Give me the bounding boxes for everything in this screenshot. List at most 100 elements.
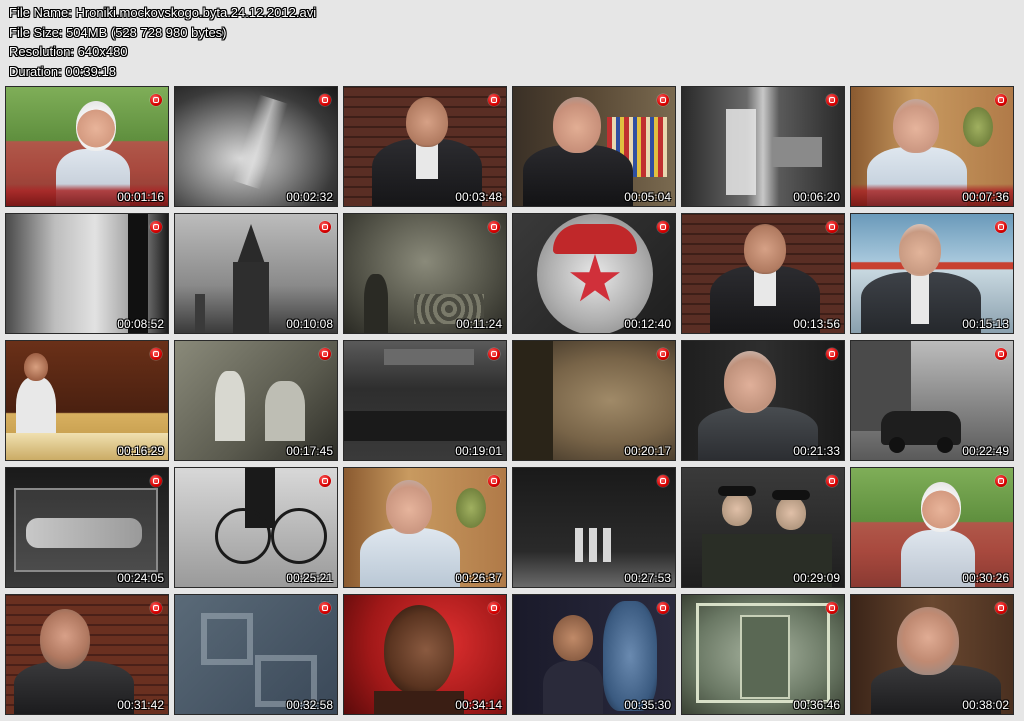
video-thumbnail: 00:11:24 [343,213,507,334]
video-thumbnail: 00:29:09 [681,467,845,588]
timestamp-label: 00:02:32 [286,190,333,204]
timestamp-label: 00:01:16 [117,190,164,204]
timestamp-label: 00:36:46 [793,698,840,712]
channel-logo-icon [657,475,669,487]
timestamp-label: 00:22:49 [962,444,1009,458]
video-thumbnail: 00:36:46 [681,594,845,715]
channel-logo-icon [657,94,669,106]
channel-logo-icon [488,602,500,614]
thumbnail-frame [344,595,506,714]
timestamp-label: 00:29:09 [793,571,840,585]
video-thumbnail: 00:25:21 [174,467,338,588]
timestamp-label: 00:08:52 [117,317,164,331]
file-size-label: File Size: 504MB (528 728 980 bytes) [9,24,227,40]
video-thumbnail: 00:31:42 [5,594,169,715]
thumbnail-frame [344,214,506,333]
video-thumbnail: 00:20:17 [512,340,676,461]
thumbnail-grid: 00:01:16 00:02:32 00:03:48 00:05:04 00:0… [5,86,1014,715]
timestamp-label: 00:32:58 [286,698,333,712]
thumbnail-frame [6,341,168,460]
thumbnail-frame [513,595,675,714]
channel-logo-icon [150,221,162,233]
thumbnail-frame [851,595,1013,714]
timestamp-label: 00:13:56 [793,317,840,331]
channel-logo-icon [488,94,500,106]
thumbnail-frame [175,214,337,333]
thumbnail-frame [6,595,168,714]
video-thumbnail: 00:26:37 [343,467,507,588]
video-thumbnail: 00:27:53 [512,467,676,588]
timestamp-label: 00:12:40 [624,317,671,331]
video-thumbnail: 00:34:14 [343,594,507,715]
thumbnail-frame [851,341,1013,460]
thumbnail-frame [175,595,337,714]
thumbnail-frame [513,87,675,206]
video-thumbnail: 00:16:29 [5,340,169,461]
channel-logo-icon [488,475,500,487]
channel-logo-icon [657,602,669,614]
timestamp-label: 00:17:45 [286,444,333,458]
timestamp-label: 00:15:13 [962,317,1009,331]
timestamp-label: 00:21:33 [793,444,840,458]
video-thumbnail: 00:21:33 [681,340,845,461]
thumbnail-frame [513,341,675,460]
video-thumbnail: 00:17:45 [174,340,338,461]
file-name-label: File Name: Hroniki.mockovskogo.byta.24.1… [9,5,317,20]
video-thumbnail: 00:22:49 [850,340,1014,461]
thumbnail-frame [175,468,337,587]
timestamp-label: 00:34:14 [455,698,502,712]
thumbnail-frame [344,468,506,587]
channel-logo-icon [995,348,1007,360]
thumbnail-frame [344,87,506,206]
channel-logo-icon [150,348,162,360]
timestamp-label: 00:26:37 [455,571,502,585]
duration-label: Duration: 00:39:18 [9,63,116,79]
channel-logo-icon [826,94,838,106]
timestamp-label: 00:07:36 [962,190,1009,204]
timestamp-label: 00:20:17 [624,444,671,458]
channel-logo-icon [995,475,1007,487]
channel-logo-icon [319,475,331,487]
channel-logo-icon [488,221,500,233]
thumbnail-frame [682,595,844,714]
channel-logo-icon [319,348,331,360]
thumbnail-frame [682,468,844,587]
thumbnail-frame [344,341,506,460]
thumbnail-frame [175,87,337,206]
thumbnail-frame [513,214,675,333]
thumbnail-frame [682,87,844,206]
thumbnail-frame [851,214,1013,333]
file-info-header: File Name: Hroniki.mockovskogo.byta.24.1… [9,3,609,81]
thumbnail-frame [682,214,844,333]
channel-logo-icon [150,475,162,487]
timestamp-label: 00:16:29 [117,444,164,458]
video-thumbnail: 00:35:30 [512,594,676,715]
channel-logo-icon [488,348,500,360]
video-thumbnail: 00:24:05 [5,467,169,588]
channel-logo-icon [995,221,1007,233]
video-thumbnail: 00:03:48 [343,86,507,207]
thumbnail-frame [6,214,168,333]
channel-logo-icon [826,221,838,233]
video-thumbnail: 00:05:04 [512,86,676,207]
thumbnail-frame [851,468,1013,587]
thumbnail-frame [682,341,844,460]
video-thumbnail: 00:38:02 [850,594,1014,715]
timestamp-label: 00:10:08 [286,317,333,331]
thumbnail-frame [6,468,168,587]
video-thumbnail: 00:01:16 [5,86,169,207]
timestamp-label: 00:11:24 [456,317,502,331]
channel-logo-icon [150,602,162,614]
video-thumbnail: 00:06:20 [681,86,845,207]
timestamp-label: 00:19:01 [455,444,502,458]
video-thumbnail: 00:07:36 [850,86,1014,207]
timestamp-label: 00:03:48 [455,190,502,204]
timestamp-label: 00:38:02 [962,698,1009,712]
video-thumbnail: 00:08:52 [5,213,169,334]
video-thumbnail: 00:19:01 [343,340,507,461]
video-thumbnail: 00:15:13 [850,213,1014,334]
resolution-label: Resolution: 640x480 [9,44,128,59]
channel-logo-icon [319,221,331,233]
channel-logo-icon [826,602,838,614]
channel-logo-icon [826,348,838,360]
